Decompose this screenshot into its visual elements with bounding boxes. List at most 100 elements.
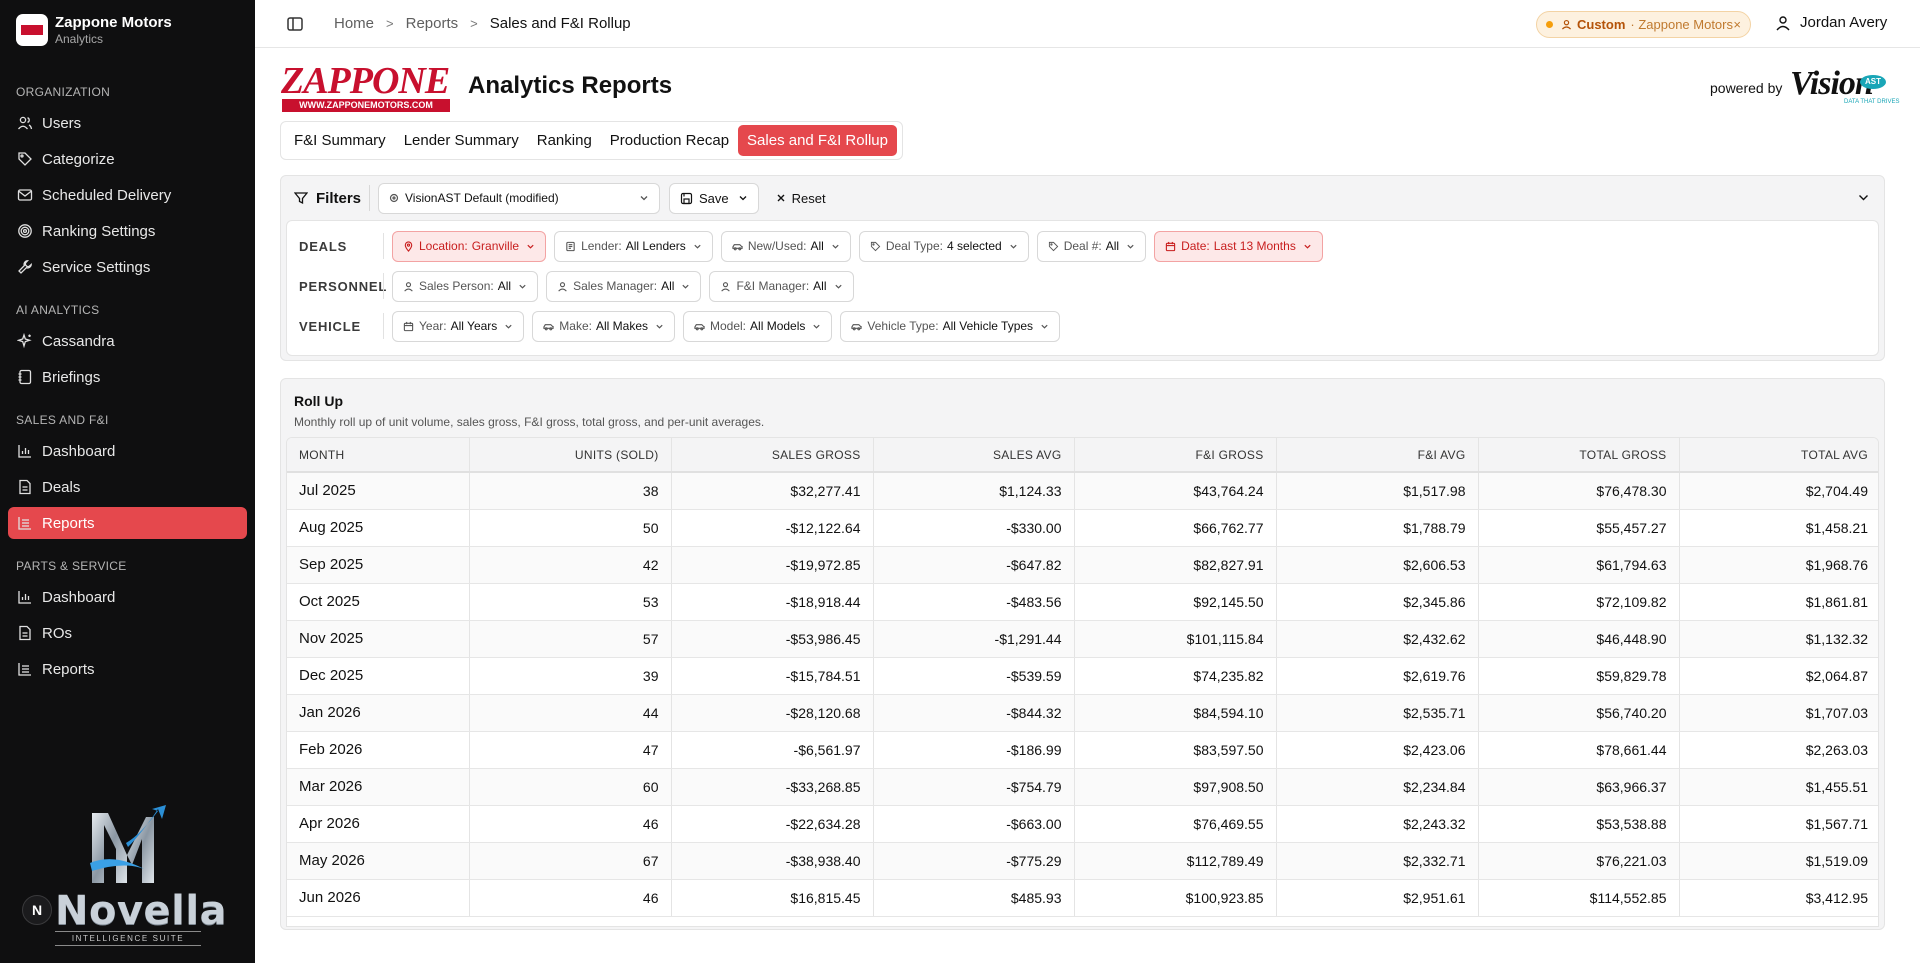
badge-close-icon[interactable]: × — [1733, 17, 1741, 32]
table-row[interactable]: Jan 2026 44 -$28,120.68 -$844.32 $84,594.10 $… — [287, 694, 1878, 732]
column-header-units-sold[interactable]: UNITS (SOLD) — [469, 438, 672, 473]
breadcrumb-home[interactable]: Home — [334, 15, 374, 32]
user-avatar[interactable]: N — [22, 895, 52, 925]
table-body: Jul 2025 38 $32,277.41 $1,124.33 $43,764.24 $… — [287, 472, 1878, 917]
chevron-right-icon: > — [470, 16, 478, 31]
table-cell-total-gross: $46,448.90 — [1478, 620, 1680, 658]
tab-fandi-summary[interactable]: F&I Summary — [285, 125, 395, 156]
table-cell-units-sold: 57 — [469, 620, 672, 658]
table-row[interactable]: Feb 2026 47 -$6,561.97 -$186.99 $83,597.50 $2… — [287, 731, 1878, 769]
divider — [383, 313, 384, 339]
reset-filter-button[interactable]: Reset — [776, 191, 826, 206]
table-cell-units-sold: 39 — [469, 657, 672, 695]
column-header-total-gross[interactable]: TOTAL GROSS — [1478, 438, 1680, 473]
sidebar-item-ros[interactable]: ROs — [8, 617, 247, 649]
filter-sales-person[interactable]: Sales Person: All — [392, 270, 539, 302]
sidebar-item-dashboard[interactable]: Dashboard — [8, 435, 247, 467]
person-icon — [557, 281, 568, 292]
user-name: Jordan Avery — [1800, 14, 1888, 31]
filter-vehicle-type[interactable]: Vehicle Type: All Vehicle Types — [840, 310, 1061, 342]
sidebar-item-reports[interactable]: Reports — [8, 507, 247, 539]
sidebar-item-service-settings[interactable]: Service Settings — [8, 251, 247, 283]
table-row[interactable]: Jul 2025 38 $32,277.41 $1,124.33 $43,764.24 $… — [287, 472, 1878, 510]
dealer-context-badge[interactable]: Custom · Zappone Motors × — [1536, 11, 1751, 38]
table-row[interactable]: Nov 2025 57 -$53,986.45 -$1,291.44 $101,115.… — [287, 620, 1878, 658]
table-row[interactable]: Mar 2026 60 -$33,268.85 -$754.79 $97,908.50 $… — [287, 768, 1878, 806]
table-cell-units-sold: 67 — [469, 842, 672, 880]
sidebar-item-scheduled-delivery[interactable]: Scheduled Delivery — [8, 179, 247, 211]
table-cell-total-avg: $1,707.03 — [1679, 694, 1878, 732]
brand[interactable]: Zappone Motors Analytics — [0, 0, 255, 60]
tab-lender-summary[interactable]: Lender Summary — [395, 125, 528, 156]
filter-lender[interactable]: Lender: All Lenders — [554, 230, 713, 262]
table-row[interactable]: Apr 2026 46 -$22,634.28 -$663.00 $76,469.55 $… — [287, 805, 1878, 843]
collapse-chevron-icon[interactable] — [1857, 191, 1870, 204]
table-cell-total-gross: $59,829.78 — [1478, 657, 1680, 695]
sidebar-item-cassandra[interactable]: Cassandra — [8, 325, 247, 357]
table-cell-sales-avg: -$186.99 — [873, 731, 1075, 769]
table-row[interactable]: Dec 2025 39 -$15,784.51 -$539.59 $74,235.82 $… — [287, 657, 1878, 695]
filter-deal[interactable]: Deal #: All — [1036, 230, 1147, 262]
filter-preset-select[interactable]: VisionAST Default (modified) — [378, 182, 661, 214]
table-row[interactable]: Oct 2025 53 -$18,918.44 -$483.56 $92,145.50 $… — [287, 583, 1878, 621]
table-cell-fandi-avg: $1,788.79 — [1276, 509, 1479, 547]
table-cell-month: Jan 2026 — [287, 694, 470, 732]
sidebar-item-categorize[interactable]: Categorize — [8, 143, 247, 175]
nav-section-heading: SALES AND F&I — [16, 413, 109, 427]
zappone-logo-text: ZAPPONE — [281, 60, 450, 102]
table-cell-units-sold: 44 — [469, 694, 672, 732]
filter-location[interactable]: Location: Granville — [392, 230, 547, 262]
rollup-table-container[interactable]: MONTH UNITS (SOLD) SALES GROSS SALES AVG F&I… — [286, 437, 1879, 927]
column-header-total-avg[interactable]: TOTAL AVG — [1679, 438, 1878, 473]
table-cell-month: Jul 2025 — [287, 472, 470, 510]
novella-wordmark: Novella — [55, 888, 228, 934]
filter-row-label: DEALS — [299, 238, 348, 254]
sidebar-item-deals[interactable]: Deals — [8, 471, 247, 503]
user-menu[interactable]: Jordan Avery — [1775, 14, 1887, 31]
table-row[interactable]: Aug 2025 50 -$12,122.64 -$330.00 $66,762.77 $… — [287, 509, 1878, 547]
sidebar-item-dashboard[interactable]: Dashboard — [8, 581, 247, 613]
column-header-sales-gross[interactable]: SALES GROSS — [671, 438, 874, 473]
table-row[interactable]: Sep 2025 42 -$19,972.85 -$647.82 $82,827.91 $… — [287, 546, 1878, 584]
filter-sales-manager[interactable]: Sales Manager: All — [546, 270, 702, 302]
column-header-fandi-avg[interactable]: F&I AVG — [1276, 438, 1479, 473]
table-cell-units-sold: 46 — [469, 879, 672, 917]
tab-ranking[interactable]: Ranking — [528, 125, 601, 156]
filter-key: Model: — [710, 319, 747, 333]
filter-fandi-manager[interactable]: F&I Manager: All — [709, 270, 854, 302]
filter-year[interactable]: Year: All Years — [392, 310, 525, 342]
line-chart-icon — [17, 661, 33, 677]
calendar-icon — [1165, 241, 1176, 252]
column-header-month[interactable]: MONTH — [287, 438, 470, 473]
column-header-fandi-gross[interactable]: F&I GROSS — [1074, 438, 1277, 473]
table-row[interactable]: Jun 2026 46 $16,815.45 $485.93 $100,923.85 $2… — [287, 879, 1878, 917]
table-row[interactable]: May 2026 67 -$38,938.40 -$775.29 $112,789.49… — [287, 842, 1878, 880]
table-cell-total-avg: $1,968.76 — [1679, 546, 1878, 584]
sidebar-item-briefings[interactable]: Briefings — [8, 361, 247, 393]
tag-icon — [17, 151, 33, 167]
tab-sales-and-fandi-rollup[interactable]: Sales and F&I Rollup — [738, 125, 897, 156]
chevron-down-icon — [739, 196, 747, 201]
sidebar-footer: Novella INTELLIGENCE SUITE N — [0, 783, 255, 963]
filter-model[interactable]: Model: All Models — [683, 310, 833, 342]
chevron-down-icon — [831, 242, 840, 251]
sidebar-item-label: Scheduled Delivery — [42, 186, 172, 204]
sidebar-toggle-icon[interactable] — [286, 15, 304, 33]
filter-date[interactable]: Date: Last 13 Months — [1154, 230, 1323, 262]
column-header-sales-avg[interactable]: SALES AVG — [873, 438, 1075, 473]
breadcrumb-reports[interactable]: Reports — [406, 15, 459, 32]
table-cell-month: Apr 2026 — [287, 805, 470, 843]
filter-make[interactable]: Make: All Makes — [532, 310, 675, 342]
filter-new-used[interactable]: New/Used: All — [720, 230, 851, 262]
zappone-logo: ZAPPONE WWW.ZAPPONEMOTORS.COM — [280, 60, 451, 112]
sidebar-item-users[interactable]: Users — [8, 107, 247, 139]
tab-production-recap[interactable]: Production Recap — [601, 125, 738, 156]
sidebar-item-reports[interactable]: Reports — [8, 653, 247, 685]
table-cell-total-gross: $114,552.85 — [1478, 879, 1680, 917]
save-filter-button[interactable]: Save — [669, 182, 759, 214]
filter-key: Sales Person: — [419, 279, 494, 293]
table-cell-fandi-avg: $2,234.84 — [1276, 768, 1479, 806]
bar-chart-icon — [17, 589, 33, 605]
filter-deal-type[interactable]: Deal Type: 4 selected — [858, 230, 1029, 262]
sidebar-item-ranking-settings[interactable]: Ranking Settings — [8, 215, 247, 247]
